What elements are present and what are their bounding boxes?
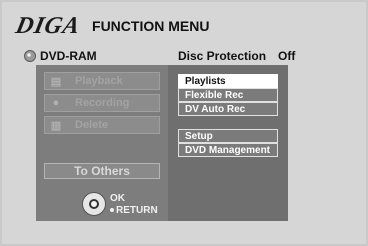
- menu-item-flexible-rec[interactable]: Flexible Rec: [178, 88, 278, 102]
- playback-icon: ▤: [50, 75, 62, 88]
- ok-label: OK: [110, 192, 125, 204]
- nav-labels: OK RETURN: [110, 193, 158, 216]
- right-menu-panel: Playlists Flexible Rec DV Auto Rec Setup…: [168, 65, 288, 221]
- disc-protection-status: Disc Protection Off: [178, 49, 295, 63]
- left-menu-panel: ▤ Playback ● Recording ▥ Delete To Other…: [36, 65, 168, 221]
- header: DIGA FUNCTION MENU: [13, 12, 210, 40]
- remote-navigation-hint: OK RETURN: [82, 189, 158, 219]
- menu-item-delete[interactable]: ▥ Delete: [44, 116, 160, 134]
- return-dot-icon: [110, 207, 114, 212]
- disc-protection-value: Off: [278, 49, 296, 63]
- menu-item-dvd-management[interactable]: DVD Management: [178, 143, 278, 157]
- return-row: RETURN: [110, 205, 158, 216]
- return-label: RETURN: [116, 204, 158, 216]
- menu-item-label: Recording: [75, 97, 130, 109]
- recording-icon: ●: [52, 97, 60, 109]
- menu-item-setup[interactable]: Setup: [178, 129, 278, 143]
- disc-type-label: DVD-RAM: [40, 49, 97, 63]
- menu-item-recording[interactable]: ● Recording: [44, 94, 160, 112]
- function-menu-window: DIGA FUNCTION MENU DVD-RAM Disc Protecti…: [0, 0, 368, 246]
- menu-item-label: Delete: [75, 119, 109, 131]
- disc-icon: [24, 50, 36, 62]
- menu-item-label: Playback: [75, 75, 123, 87]
- remote-navigation-icon: [82, 192, 106, 216]
- menu-item-dv-auto-rec[interactable]: DV Auto Rec: [178, 102, 278, 116]
- menu-title: FUNCTION MENU: [92, 18, 210, 34]
- disc-status: DVD-RAM: [24, 49, 97, 63]
- disc-protection-label: Disc Protection: [178, 49, 267, 63]
- trash-icon: ▥: [50, 119, 62, 132]
- menu-item-playback[interactable]: ▤ Playback: [44, 72, 160, 90]
- to-others-button[interactable]: To Others: [44, 163, 160, 179]
- diga-logo: DIGA: [13, 12, 83, 39]
- menu-item-playlists[interactable]: Playlists: [178, 74, 278, 88]
